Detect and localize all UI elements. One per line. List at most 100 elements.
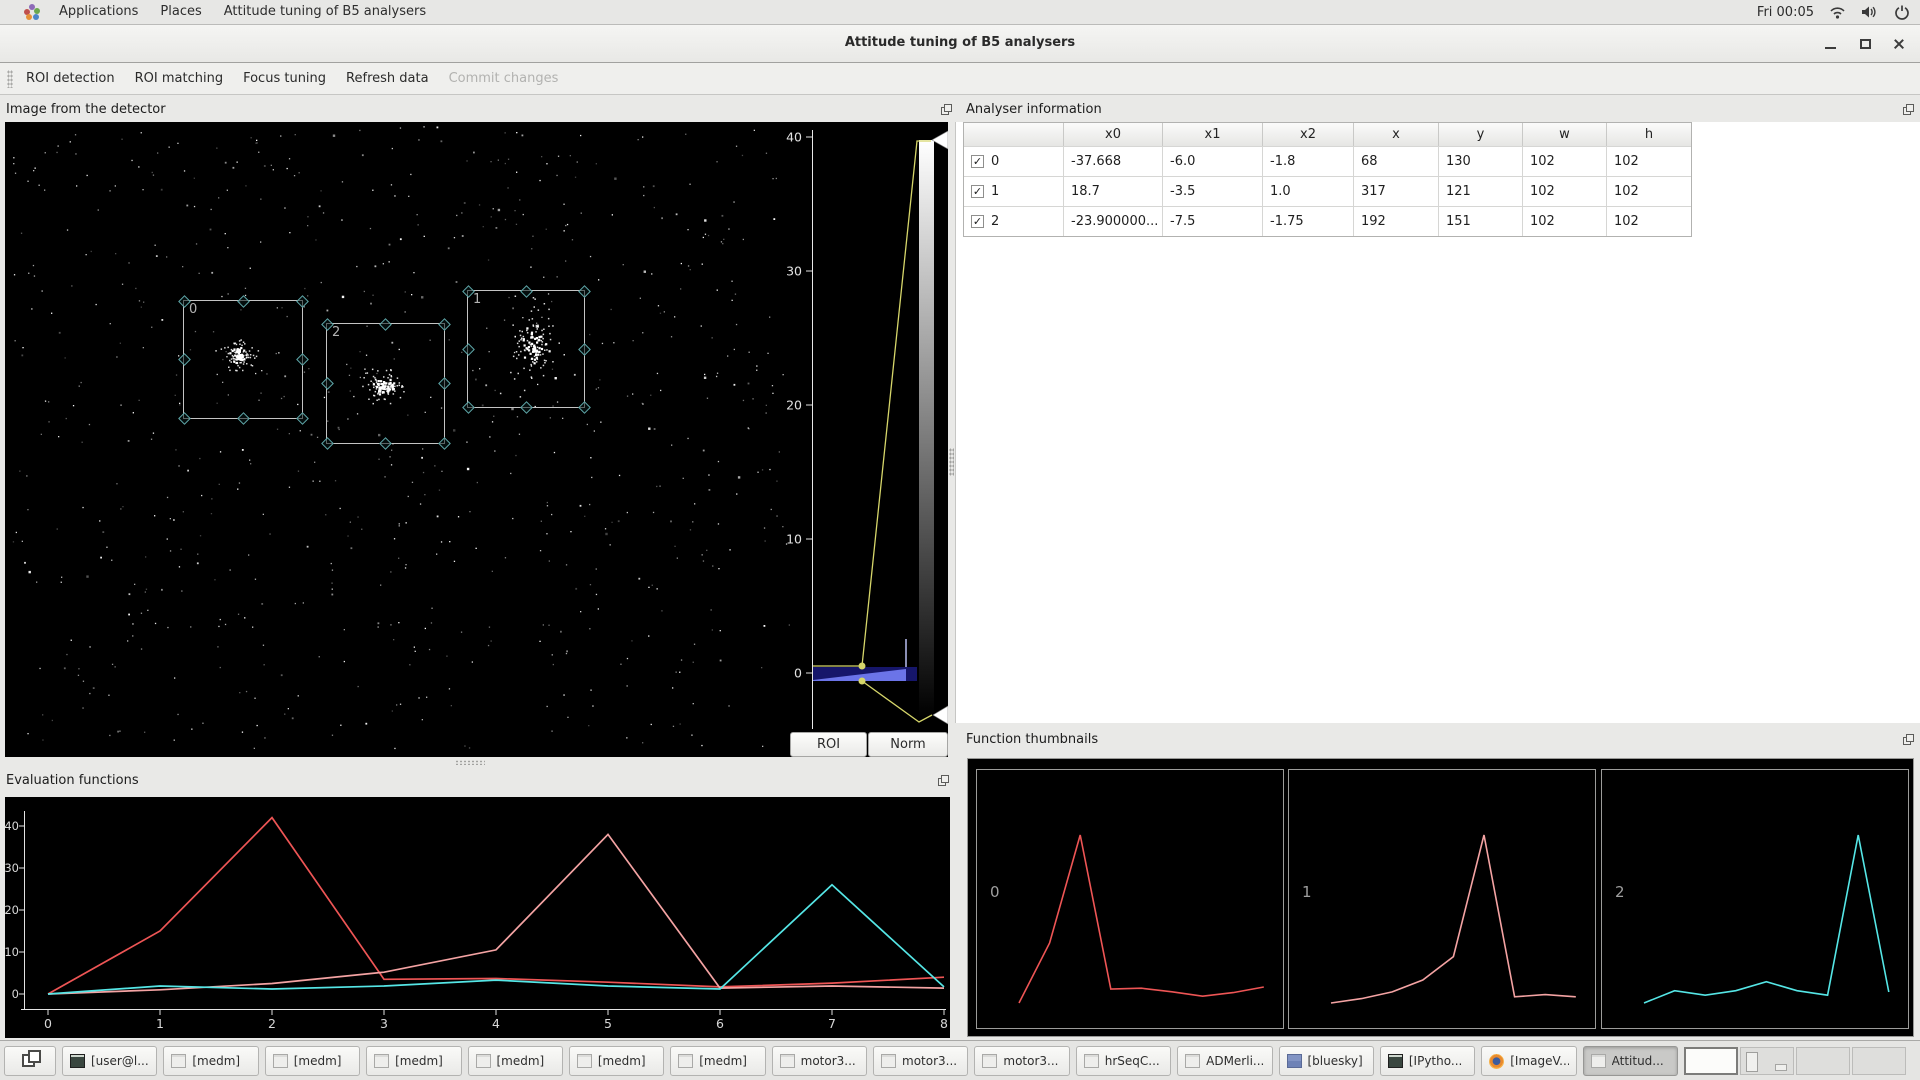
taskbar-button[interactable]: [user@l... (62, 1046, 157, 1076)
workspace-3[interactable] (1796, 1047, 1850, 1075)
taskbar-button[interactable]: [medm] (569, 1046, 664, 1076)
column-header-x[interactable]: x (1354, 123, 1439, 146)
window-switcher-button[interactable] (4, 1046, 56, 1076)
column-header-w[interactable]: w (1523, 123, 1607, 146)
taskbar-button[interactable]: [medm] (670, 1046, 765, 1076)
row-select-cell[interactable]: ✓0 (964, 147, 1064, 176)
toolbar-grip[interactable] (7, 70, 13, 88)
column-header-y[interactable]: y (1439, 123, 1523, 146)
roi-label: 0 (189, 302, 197, 317)
svg-text:10: 10 (5, 945, 19, 959)
archive-icon (1287, 1054, 1302, 1068)
column-header-x0[interactable]: x0 (1064, 123, 1163, 146)
taskbar-button[interactable]: ADMerli... (1177, 1046, 1272, 1076)
workspace-1[interactable] (1684, 1047, 1738, 1075)
close-button[interactable] (1892, 37, 1906, 51)
table-cell: 121 (1439, 177, 1523, 206)
table-cell: -23.900000... (1064, 207, 1163, 236)
taskbar-button[interactable]: [medm] (163, 1046, 258, 1076)
thumbnails-panel-title: Function thumbnails (966, 732, 1098, 747)
topbar-menu-0[interactable]: Applications (48, 0, 149, 24)
workspace-4[interactable] (1852, 1047, 1906, 1075)
roi-range-button[interactable]: ROI (790, 732, 867, 757)
toolbar-item-refresh-data[interactable]: Refresh data (346, 71, 429, 86)
norm-range-button[interactable]: Norm (868, 732, 948, 757)
taskbar-button-label: motor3... (801, 1054, 856, 1068)
power-icon[interactable] (1893, 4, 1910, 20)
table-cell: -3.5 (1163, 177, 1263, 206)
taskbar-button[interactable]: motor3... (873, 1046, 968, 1076)
svg-text:4: 4 (492, 1016, 500, 1031)
minimize-button[interactable] (1824, 37, 1838, 51)
taskbar-button[interactable]: [bluesky] (1279, 1046, 1374, 1076)
function-thumbnail-2[interactable]: 2 (1601, 769, 1909, 1029)
taskbar-button-label: [medm] (192, 1054, 240, 1068)
column-header-x1[interactable]: x1 (1163, 123, 1263, 146)
workspace-2[interactable] (1740, 1047, 1794, 1075)
network-wifi-icon[interactable] (1829, 4, 1846, 20)
row-checkbox[interactable]: ✓ (971, 155, 984, 168)
row-checkbox[interactable]: ✓ (971, 185, 984, 198)
desktop-top-bar: ApplicationsPlacesAttitude tuning of B5 … (0, 0, 1920, 25)
window-icon (678, 1054, 693, 1068)
topbar-menu-2[interactable]: Attitude tuning of B5 analysers (213, 0, 437, 24)
taskbar-button[interactable]: [medm] (265, 1046, 360, 1076)
table-cell: 151 (1439, 207, 1523, 236)
svg-text:10: 10 (786, 532, 802, 547)
vertical-splitter-handle[interactable] (949, 448, 954, 476)
taskbar-button[interactable]: [medm] (366, 1046, 461, 1076)
topbar-menus: ApplicationsPlacesAttitude tuning of B5 … (48, 0, 437, 24)
detector-plot-canvas[interactable]: 403020100 (5, 122, 948, 757)
terminal-icon (1388, 1054, 1403, 1068)
horizontal-splitter-handle[interactable] (455, 760, 485, 765)
table-cell: -1.8 (1263, 147, 1354, 176)
maximize-button[interactable] (1858, 37, 1872, 51)
function-thumbnail-1[interactable]: 1 (1288, 769, 1596, 1029)
float-panel-icon[interactable] (941, 104, 952, 115)
applications-menu-icon[interactable] (24, 4, 40, 20)
svg-text:40: 40 (5, 819, 19, 833)
taskbar-button[interactable]: [IPytho... (1380, 1046, 1475, 1076)
float-panel-icon[interactable] (1903, 104, 1914, 115)
table-row[interactable]: ✓2-23.900000...-7.5-1.75192151102102 (964, 206, 1691, 236)
svg-text:0: 0 (990, 883, 1000, 901)
taskbar-button[interactable]: motor3... (974, 1046, 1069, 1076)
evaluation-plot[interactable]: 010203040012345678 (5, 797, 950, 1038)
toolbar-item-roi-detection[interactable]: ROI detection (26, 71, 115, 86)
table-row[interactable]: ✓0-37.668-6.0-1.868130102102 (964, 146, 1691, 176)
svg-text:7: 7 (828, 1016, 836, 1031)
roi-box-0[interactable]: 0 (183, 300, 303, 419)
toolbar-item-focus-tuning[interactable]: Focus tuning (243, 71, 326, 86)
float-panel-icon[interactable] (1903, 734, 1914, 745)
taskbar-button[interactable]: [ImageV... (1481, 1046, 1576, 1076)
row-checkbox[interactable]: ✓ (971, 215, 984, 228)
analyser-table[interactable]: x0x1x2xywh✓0-37.668-6.0-1.868130102102✓1… (963, 122, 1692, 237)
column-header-x2[interactable]: x2 (1263, 123, 1354, 146)
function-thumbnail-0[interactable]: 0 (976, 769, 1284, 1029)
taskbar-button-label: ADMerli... (1206, 1054, 1264, 1068)
taskbar-button[interactable]: motor3... (772, 1046, 867, 1076)
roi-box-2[interactable]: 2 (326, 323, 445, 444)
roi-label: 1 (473, 292, 481, 307)
taskbar-button[interactable]: Attitud... (1583, 1046, 1678, 1076)
volume-icon[interactable] (1861, 4, 1878, 20)
table-row[interactable]: ✓118.7-3.51.0317121102102 (964, 176, 1691, 206)
window-icon (476, 1054, 491, 1068)
table-cell: 102 (1607, 177, 1691, 206)
row-select-cell[interactable]: ✓2 (964, 207, 1064, 236)
taskbar-button[interactable]: [medm] (468, 1046, 563, 1076)
window-titlebar[interactable]: Attitude tuning of B5 analysers (0, 25, 1920, 63)
terminal-icon (70, 1054, 85, 1068)
svg-text:20: 20 (786, 398, 802, 413)
row-select-cell[interactable]: ✓1 (964, 177, 1064, 206)
detector-image[interactable]: 403020100 ROI Norm 021 (5, 122, 948, 757)
table-cell: 18.7 (1064, 177, 1163, 206)
table-cell: -1.75 (1263, 207, 1354, 236)
column-header-select[interactable] (964, 123, 1064, 146)
column-header-h[interactable]: h (1607, 123, 1691, 146)
topbar-menu-1[interactable]: Places (149, 0, 212, 24)
toolbar-item-roi-matching[interactable]: ROI matching (135, 71, 223, 86)
float-panel-icon[interactable] (938, 775, 949, 786)
taskbar-button[interactable]: hrSeqC... (1076, 1046, 1171, 1076)
roi-box-1[interactable]: 1 (467, 290, 585, 408)
